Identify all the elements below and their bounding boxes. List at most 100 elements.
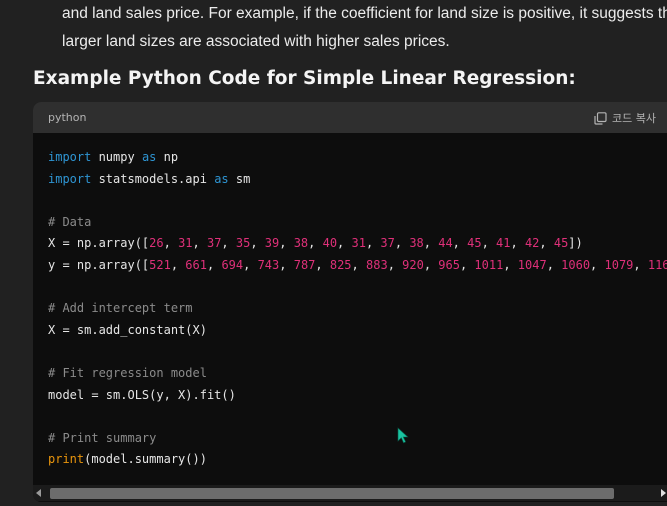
number-token: 787 (293, 257, 316, 272)
separator-token: , (633, 257, 648, 272)
separator-token: , (308, 236, 323, 251)
code-line-y-array: y = np.array([521, 661, 694, 743, 787, 8… (48, 255, 667, 277)
horizontal-scrollbar[interactable] (33, 485, 667, 501)
separator-token: , (423, 257, 439, 272)
code-token: ]) (568, 236, 583, 251)
number-token: 1060 (561, 257, 591, 272)
code-block: python 코드 복사 import numpy as np import st… (33, 102, 667, 502)
code-token: statsmodels.api (91, 171, 215, 186)
separator-token: , (279, 257, 294, 272)
separator-token: , (481, 236, 497, 251)
separator-token: , (250, 236, 265, 251)
separator-token: , (452, 236, 468, 251)
separator-token: , (206, 257, 222, 272)
builtin-token: print (48, 452, 85, 467)
number-token: 42 (524, 236, 540, 251)
number-token: 661 (185, 257, 207, 272)
separator-token: , (503, 257, 518, 272)
number-token: 45 (553, 236, 569, 251)
scroll-right-arrow-icon[interactable] (661, 489, 666, 497)
separator-token: , (351, 257, 366, 272)
code-line: model = sm.OLS(y, X).fit() (48, 387, 236, 402)
number-token: 1047 (517, 257, 547, 272)
number-token: 37 (206, 236, 222, 251)
separator-token: , (170, 257, 186, 272)
code-line: import statsmodels.api as sm (48, 169, 667, 191)
code-token: X = np.array([ (48, 236, 150, 251)
separator-token: , (387, 257, 403, 272)
number-token: 743 (257, 257, 280, 272)
code-line: X = sm.add_constant(X) (48, 322, 207, 337)
number-token: 1164 (647, 257, 667, 272)
code-line-x-array: X = np.array([26, 31, 37, 35, 39, 38, 40… (48, 233, 667, 255)
number-token: 38 (409, 236, 424, 251)
copy-code-button[interactable]: 코드 복사 (594, 109, 656, 127)
code-block-header: python 코드 복사 (33, 102, 667, 133)
code-content[interactable]: import numpy as np import statsmodels.api… (48, 147, 667, 471)
number-token: 825 (329, 257, 352, 272)
section-heading: Example Python Code for Simple Linear Re… (33, 68, 576, 89)
number-list: 521, 661, 694, 743, 787, 825, 883, 920, … (149, 258, 667, 272)
number-token: 1011 (474, 257, 504, 272)
number-token: 1079 (604, 257, 634, 272)
separator-token: , (590, 257, 605, 272)
number-token: 35 (235, 236, 251, 251)
mouse-pointer-icon (397, 427, 409, 448)
separator-token: , (279, 236, 294, 251)
scroll-left-arrow-icon[interactable] (36, 489, 41, 497)
separator-token: , (221, 236, 236, 251)
code-comment: # Add intercept term (48, 301, 193, 316)
separator-token: , (243, 257, 258, 272)
separator-token: , (337, 236, 352, 251)
explanation-paragraph: and land sales price. For example, if th… (62, 0, 667, 56)
scrollbar-thumb[interactable] (50, 488, 614, 499)
number-token: 45 (467, 236, 482, 251)
number-token: 41 (496, 236, 511, 251)
separator-token: , (546, 257, 562, 272)
paragraph-line-1: and land sales price. For example, if th… (62, 5, 667, 22)
copy-code-label: 코드 복사 (612, 112, 656, 125)
keyword-token: as (214, 171, 229, 186)
paragraph-line-2: larger land sizes are associated with hi… (62, 33, 450, 50)
code-line: import numpy as np (48, 147, 667, 169)
number-token: 37 (380, 236, 395, 251)
number-token: 40 (322, 236, 338, 251)
code-comment: # Print summary (48, 430, 157, 445)
number-token: 31 (178, 236, 193, 251)
code-comment: # Data (48, 214, 92, 229)
separator-token: , (163, 236, 179, 251)
separator-token: , (423, 236, 439, 251)
keyword-token: import (48, 171, 92, 186)
number-list: 26, 31, 37, 35, 39, 38, 40, 31, 37, 38, … (149, 236, 568, 250)
keyword-token: import (48, 150, 92, 164)
separator-token: , (510, 236, 525, 251)
number-token: 31 (351, 236, 366, 251)
code-token: np (156, 150, 179, 164)
separator-token: , (192, 236, 207, 251)
code-comment: # Fit regression model (48, 365, 207, 380)
code-token: sm (228, 171, 251, 186)
number-token: 39 (264, 236, 280, 251)
number-token: 38 (293, 236, 309, 251)
number-token: 694 (221, 257, 244, 272)
number-token: 883 (366, 257, 388, 272)
code-token: numpy (91, 150, 142, 164)
separator-token: , (539, 236, 554, 251)
separator-token: , (394, 236, 410, 251)
copy-icon (594, 111, 607, 125)
code-language-label: python (48, 111, 87, 124)
number-token: 920 (402, 257, 424, 272)
chat-page: and land sales price. For example, if th… (0, 0, 667, 506)
code-token: y = np.array([ (48, 257, 150, 272)
code-line: print(model.summary()) (48, 449, 667, 471)
separator-token: , (315, 257, 330, 272)
separator-token: , (365, 236, 381, 251)
number-token: 965 (438, 257, 460, 272)
keyword-token: as (141, 150, 157, 164)
code-token: (model.summary()) (84, 452, 207, 467)
number-token: 44 (438, 236, 453, 251)
